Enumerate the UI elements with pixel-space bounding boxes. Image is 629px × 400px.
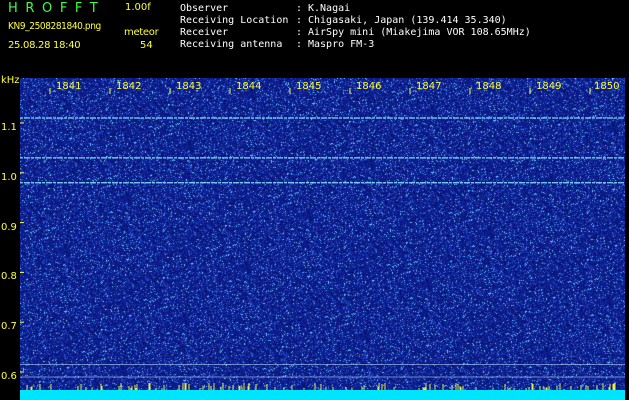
version-label: 1.00f — [125, 2, 151, 13]
x-tick-label: 1846 — [356, 81, 382, 92]
x-tick-label: 1841 — [56, 81, 82, 92]
x-tick-label: 1847 — [416, 81, 442, 92]
y-tick-label: 0.8 — [1, 271, 17, 282]
frequency-axis: 1.1 1.0 0.9 0.8 0.7 0.6 — [0, 0, 20, 400]
x-tick-label: 1848 — [476, 81, 502, 92]
receiver-label: Receiver — [180, 27, 229, 38]
spectrogram-overlay — [20, 88, 625, 400]
location-separator: : — [296, 15, 303, 26]
antenna-separator: : — [296, 39, 303, 50]
y-tick-label: 0.9 — [1, 222, 17, 233]
x-tick-label: 1850 — [594, 81, 620, 92]
y-tick-label: 1.0 — [1, 172, 17, 183]
spectrogram-plot — [20, 78, 625, 400]
y-tick-label: 1.1 — [1, 122, 17, 133]
meteor-count-label: meteor — [124, 27, 159, 38]
x-tick-label: 1843 — [176, 81, 202, 92]
observer-label: Observer — [180, 3, 229, 14]
location-value: Chigasaki, Japan (139.414 35.340) — [308, 15, 507, 26]
header: HROFFT 1.00f KN9_2508281840.png meteor 2… — [0, 0, 629, 78]
file-name: KN9_2508281840.png — [8, 21, 101, 32]
x-tick-label: 1849 — [536, 81, 562, 92]
x-tick-label: 1842 — [116, 81, 142, 92]
receiver-separator: : — [296, 27, 303, 38]
app-title: HROFFT — [8, 1, 106, 16]
antenna-value: Maspro FM-3 — [308, 39, 375, 50]
location-label: Receiving Location — [180, 15, 289, 26]
x-tick-label: 1844 — [236, 81, 262, 92]
bottom-band — [20, 390, 625, 400]
receiver-value: AirSpy mini (Miakejima VOR 108.65MHz) — [308, 27, 531, 38]
antenna-label: Receiving antenna — [180, 39, 283, 50]
observer-value: K.Nagai — [308, 3, 351, 14]
y-tick-label: 0.6 — [1, 371, 17, 382]
meteor-count-value: 54 — [140, 40, 153, 51]
x-tick-label: 1845 — [296, 81, 322, 92]
y-tick-label: 0.7 — [1, 321, 17, 332]
observer-separator: : — [296, 3, 303, 14]
